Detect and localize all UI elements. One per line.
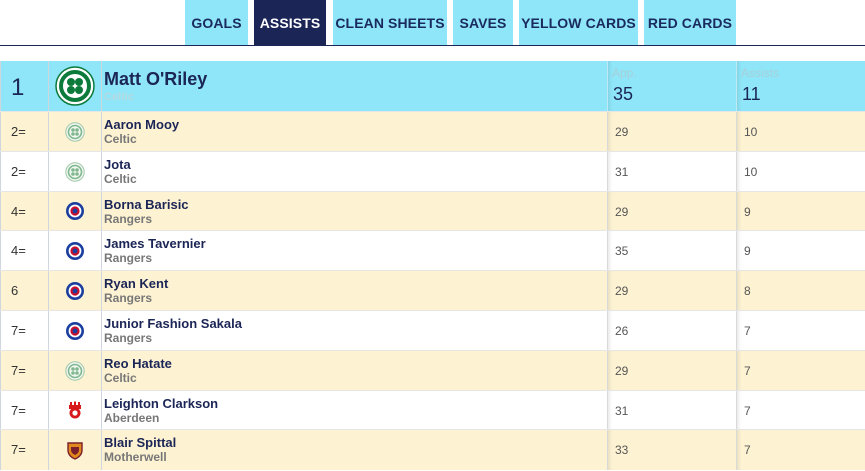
divider	[0, 45, 865, 46]
table-row[interactable]: 7= Leighton Clarkson Aberdeen 31 7	[0, 389, 865, 431]
appearances: 29	[615, 363, 629, 378]
club-name: Aberdeen	[104, 410, 160, 425]
player-name[interactable]: Borna Barisic	[104, 197, 189, 212]
player-name[interactable]: Aaron Mooy	[104, 117, 179, 132]
player-name[interactable]: Blair Spittal	[104, 435, 176, 450]
celtic-crest-icon	[65, 122, 85, 142]
rank: 7=	[11, 362, 26, 378]
player-name[interactable]: Matt O'Riley	[104, 69, 207, 90]
club-name: Celtic	[104, 370, 137, 385]
table-row[interactable]: 2= Jota Celtic 31 10	[0, 150, 865, 192]
player-name[interactable]: James Tavernier	[104, 236, 206, 251]
table-row[interactable]: 2= Aaron Mooy Celtic 29 10	[0, 111, 865, 152]
celtic-crest-icon	[55, 66, 95, 106]
tab-red-cards[interactable]: RED CARDS	[644, 0, 736, 45]
table-row[interactable]: 6 Ryan Kent Rangers 29 8	[0, 270, 865, 311]
leader-row[interactable]: 1 Matt O'Riley Celtic App. 35 Assists 11	[0, 61, 865, 111]
rank: 2=	[11, 163, 26, 179]
tab-yellow-cards[interactable]: YELLOW CARDS	[519, 0, 638, 45]
rangers-crest-icon	[65, 321, 85, 341]
assists-value: 9	[744, 244, 751, 259]
rank: 6	[11, 283, 19, 299]
celtic-crest-icon	[65, 360, 85, 381]
celtic-crest-icon	[65, 161, 85, 182]
appearances: 29	[615, 204, 629, 219]
tab-clean-sheets[interactable]: CLEAN SHEETS	[333, 0, 447, 45]
tab-goals[interactable]: GOALS	[185, 0, 248, 45]
assists-value: 7	[744, 443, 751, 458]
assists-value: 7	[744, 324, 751, 338]
assists-value: 11	[742, 84, 761, 104]
club-name: Rangers	[104, 331, 153, 345]
tab-saves[interactable]: SAVES	[453, 0, 513, 45]
tab-assists[interactable]: ASSISTS	[254, 0, 326, 45]
club-name: Rangers	[104, 211, 153, 226]
rank: 7=	[11, 402, 26, 418]
player-name[interactable]: Ryan Kent	[104, 276, 168, 291]
assists-value: 8	[744, 284, 751, 299]
club-name: Rangers	[104, 291, 153, 306]
player-name[interactable]: Reo Hatate	[104, 356, 172, 371]
assists-header: Assists	[741, 66, 780, 80]
motherwell-crest-icon	[65, 440, 85, 461]
assists-value: 7	[744, 363, 751, 378]
appearances: 35	[613, 84, 634, 104]
rangers-crest-icon	[65, 201, 85, 221]
appearances: 31	[615, 403, 629, 418]
rank: 4=	[11, 243, 26, 259]
assists-value: 9	[744, 204, 751, 219]
rank: 2=	[11, 124, 26, 139]
table-row[interactable]: 7= Junior Fashion Sakala Rangers 26 7	[0, 310, 865, 351]
rangers-crest-icon	[65, 241, 85, 261]
rank: 7=	[11, 442, 26, 458]
player-name[interactable]: Leighton Clarkson	[104, 396, 218, 411]
aberdeen-crest-icon	[65, 400, 85, 420]
table-row[interactable]: 4= James Tavernier Rangers 35 9	[0, 230, 865, 272]
table-row[interactable]: 4= Borna Barisic Rangers 29 9	[0, 190, 865, 232]
appearances: 31	[615, 164, 629, 179]
rank: 7=	[11, 323, 26, 338]
appearances: 35	[615, 244, 629, 259]
assists-value: 10	[744, 125, 758, 139]
rank: 1	[11, 74, 25, 101]
table-row[interactable]: 7= Blair Spittal Motherwell 33 7	[0, 429, 865, 471]
rank: 4=	[11, 203, 26, 219]
appearances: 26	[615, 324, 629, 338]
table-row[interactable]: 7= Reo Hatate Celtic 29 7	[0, 349, 865, 391]
stat-tabs: GOALS ASSISTS CLEAN SHEETS SAVES YELLOW …	[0, 0, 865, 46]
club-name: Celtic	[104, 91, 134, 103]
app-header: App.	[612, 66, 637, 80]
club-name: Celtic	[104, 171, 137, 186]
assists-value: 10	[744, 164, 758, 179]
player-name[interactable]: Junior Fashion Sakala	[104, 316, 242, 331]
rangers-crest-icon	[65, 281, 85, 301]
player-name[interactable]: Jota	[104, 157, 131, 172]
club-name: Celtic	[104, 132, 137, 146]
assists-value: 7	[744, 403, 751, 418]
appearances: 29	[615, 125, 629, 139]
appearances: 33	[615, 443, 629, 458]
appearances: 29	[615, 284, 629, 299]
club-name: Motherwell	[104, 450, 167, 465]
club-name: Rangers	[104, 251, 153, 266]
